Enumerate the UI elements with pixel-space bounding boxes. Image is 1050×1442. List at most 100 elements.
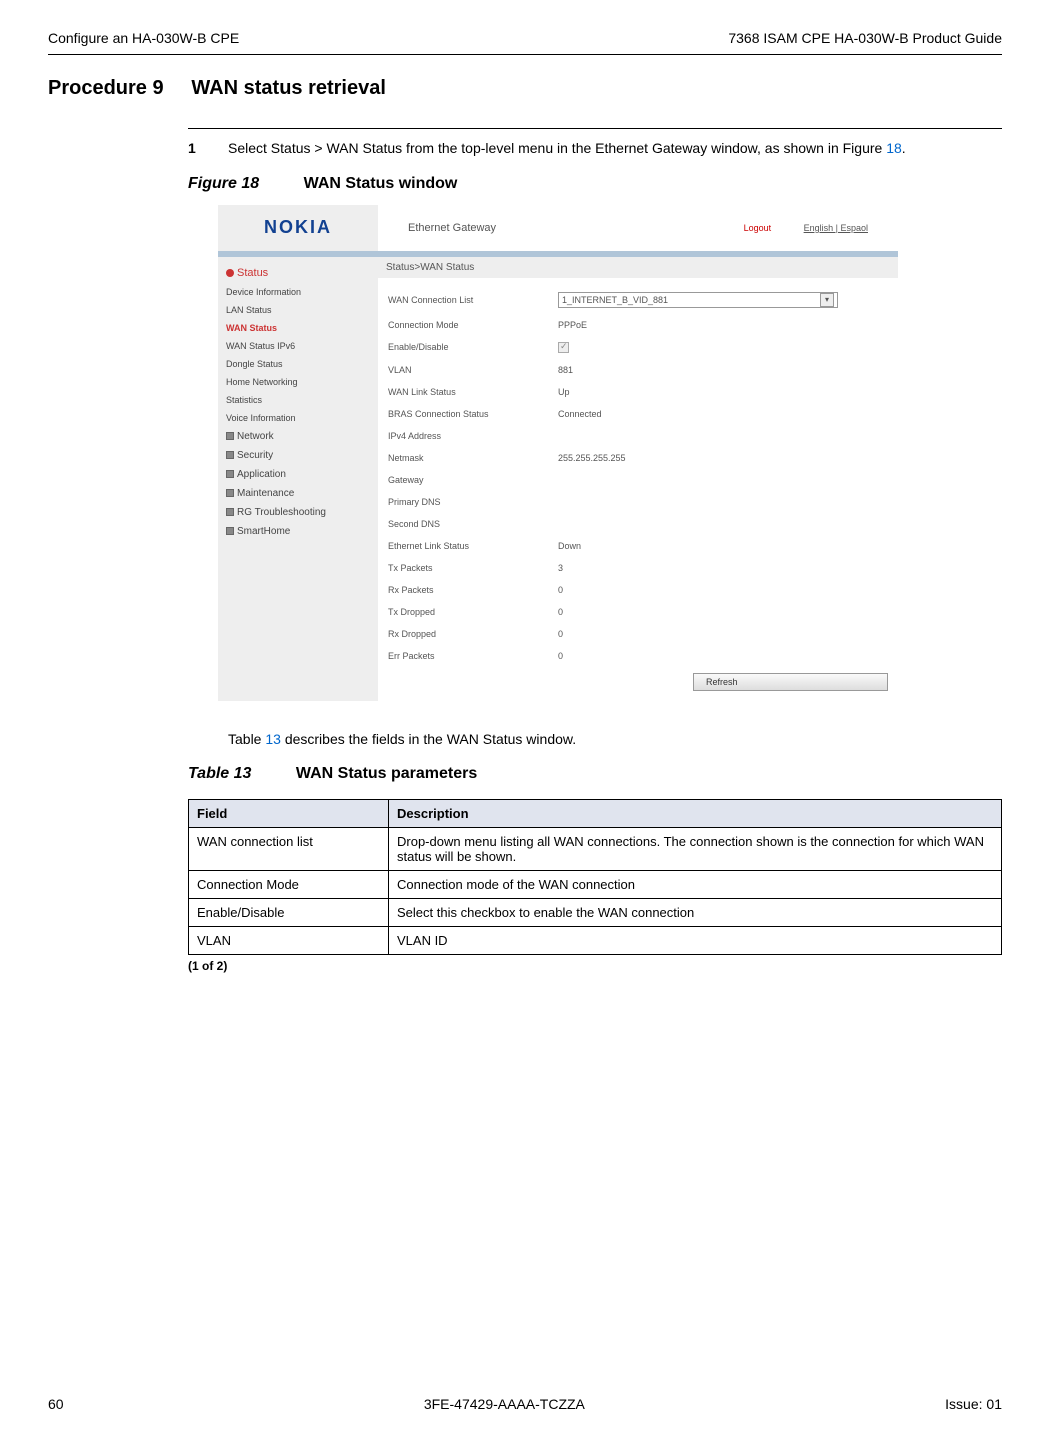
form-value: Connected (558, 409, 602, 419)
figure-title: WAN Status window (304, 175, 458, 192)
form-label: Netmask (388, 453, 558, 463)
table-row: WAN connection listDrop-down menu listin… (189, 827, 1002, 870)
page-footer: 60 3FE-47429-AAAA-TCZZA Issue: 01 (48, 1396, 1002, 1412)
table-heading: Table 13 WAN Status parameters (188, 765, 1002, 783)
table-title: WAN Status parameters (296, 765, 477, 782)
form-label: WAN Link Status (388, 387, 558, 397)
form-label: VLAN (388, 365, 558, 375)
sidebar-cat-security[interactable]: Security (224, 446, 378, 465)
form-value: 0 (558, 585, 563, 595)
sidebar-item-dongle[interactable]: Dongle Status (224, 355, 378, 373)
form-label: Connection Mode (388, 320, 558, 330)
form-row: Rx Packets0 (388, 585, 888, 595)
enable-checkbox[interactable] (558, 342, 569, 353)
sidebar-item-statistics[interactable]: Statistics (224, 391, 378, 409)
sidebar-item-home-net[interactable]: Home Networking (224, 373, 378, 391)
header-rule (48, 54, 1002, 55)
titlebar-right: Logout English | Espaol (744, 223, 868, 233)
form-row: Gateway (388, 475, 888, 485)
expand-icon (226, 432, 234, 440)
form-value: Up (558, 387, 570, 397)
sidebar-cat-network[interactable]: Network (224, 427, 378, 446)
form-value: Down (558, 541, 581, 551)
wan-conn-list-label: WAN Connection List (388, 295, 558, 305)
td-field: Enable/Disable (189, 898, 389, 926)
footer-doc: 3FE-47429-AAAA-TCZZA (424, 1396, 585, 1412)
sidebar-item-lan-status[interactable]: LAN Status (224, 301, 378, 319)
form-row: IPv4 Address (388, 431, 888, 441)
sidebar-cat-rg-troubleshoot[interactable]: RG Troubleshooting (224, 503, 378, 522)
table-description: Table 13 describes the fields in the WAN… (228, 731, 1002, 747)
logo-area: NOKIA (218, 205, 378, 251)
form-row: VLAN881 (388, 365, 888, 375)
form-label: Gateway (388, 475, 558, 485)
form-row: Tx Dropped0 (388, 607, 888, 617)
form-value: 255.255.255.255 (558, 453, 626, 463)
sidebar-item-wan-status[interactable]: WAN Status (224, 319, 378, 337)
expand-icon (226, 470, 234, 478)
step-1: 1 Select Status > WAN Status from the to… (188, 139, 1002, 159)
figure-heading: Figure 18 WAN Status window (188, 175, 1002, 193)
sidebar-cat-maintenance[interactable]: Maintenance (224, 484, 378, 503)
sidebar-status[interactable]: Status (224, 263, 378, 283)
expand-icon (226, 451, 234, 459)
form-row: Enable/Disable (388, 342, 888, 353)
sidebar-item-voice[interactable]: Voice Information (224, 409, 378, 427)
language-link[interactable]: English | Espaol (804, 223, 868, 233)
step-separator (188, 128, 1002, 129)
td-description: Select this checkbox to enable the WAN c… (389, 898, 1002, 926)
logout-link[interactable]: Logout (744, 223, 772, 233)
expand-icon (226, 527, 234, 535)
chevron-down-icon: ▾ (820, 293, 834, 307)
table-row: VLANVLAN ID (189, 926, 1002, 954)
wan-conn-dropdown[interactable]: 1_INTERNET_B_VID_881 ▾ (558, 292, 838, 308)
form-label: Err Packets (388, 651, 558, 661)
main-panel: Status>WAN Status WAN Connection List 1_… (378, 257, 898, 701)
expand-icon (226, 489, 234, 497)
form-value: 0 (558, 607, 563, 617)
refresh-button[interactable]: Refresh (693, 673, 888, 691)
figure-ref-link[interactable]: 18 (886, 140, 902, 156)
sidebar-cat-application[interactable]: Application (224, 465, 378, 484)
dropdown-value: 1_INTERNET_B_VID_881 (562, 295, 668, 305)
sidebar-cat-smarthome[interactable]: SmartHome (224, 522, 378, 541)
th-description: Description (389, 799, 1002, 827)
form-row: Err Packets0 (388, 651, 888, 661)
table-ref-link[interactable]: 13 (265, 731, 281, 747)
header-left: Configure an HA-030W-B CPE (48, 30, 239, 46)
td-field: Connection Mode (189, 870, 389, 898)
form-row: Second DNS (388, 519, 888, 529)
sidebar-item-device-info[interactable]: Device Information (224, 283, 378, 301)
form-row: Netmask255.255.255.255 (388, 453, 888, 463)
procedure-title: WAN status retrieval (191, 77, 386, 99)
wan-status-screenshot: NOKIA Ethernet Gateway Logout English | … (218, 205, 898, 701)
gateway-title: Ethernet Gateway (408, 222, 496, 234)
form-value: 3 (558, 563, 563, 573)
sidebar-item-wan-ipv6[interactable]: WAN Status IPv6 (224, 337, 378, 355)
form-label: Primary DNS (388, 497, 558, 507)
form-label: Rx Packets (388, 585, 558, 595)
form-label: BRAS Connection Status (388, 409, 558, 419)
td-field: WAN connection list (189, 827, 389, 870)
nokia-logo: NOKIA (264, 217, 332, 238)
footer-page: 60 (48, 1396, 64, 1412)
form-label: Ethernet Link Status (388, 541, 558, 551)
page-header: Configure an HA-030W-B CPE 7368 ISAM CPE… (48, 30, 1002, 46)
table-pagination: (1 of 2) (188, 959, 1002, 973)
expand-icon (226, 508, 234, 516)
step-number: 1 (188, 139, 228, 159)
form-label: Tx Packets (388, 563, 558, 573)
form-row: Connection ModePPPoE (388, 320, 888, 330)
form-label: Tx Dropped (388, 607, 558, 617)
breadcrumb: Status>WAN Status (378, 257, 898, 278)
form-row: Tx Packets3 (388, 563, 888, 573)
header-right: 7368 ISAM CPE HA-030W-B Product Guide (728, 30, 1002, 46)
sidebar: Status Device Information LAN Status WAN… (218, 257, 378, 701)
procedure-heading: Procedure 9 WAN status retrieval (48, 77, 1002, 100)
td-description: VLAN ID (389, 926, 1002, 954)
form-row: WAN Link StatusUp (388, 387, 888, 397)
form-row: Primary DNS (388, 497, 888, 507)
table-label: Table 13 (188, 765, 251, 782)
th-field: Field (189, 799, 389, 827)
form-value: 0 (558, 629, 563, 639)
